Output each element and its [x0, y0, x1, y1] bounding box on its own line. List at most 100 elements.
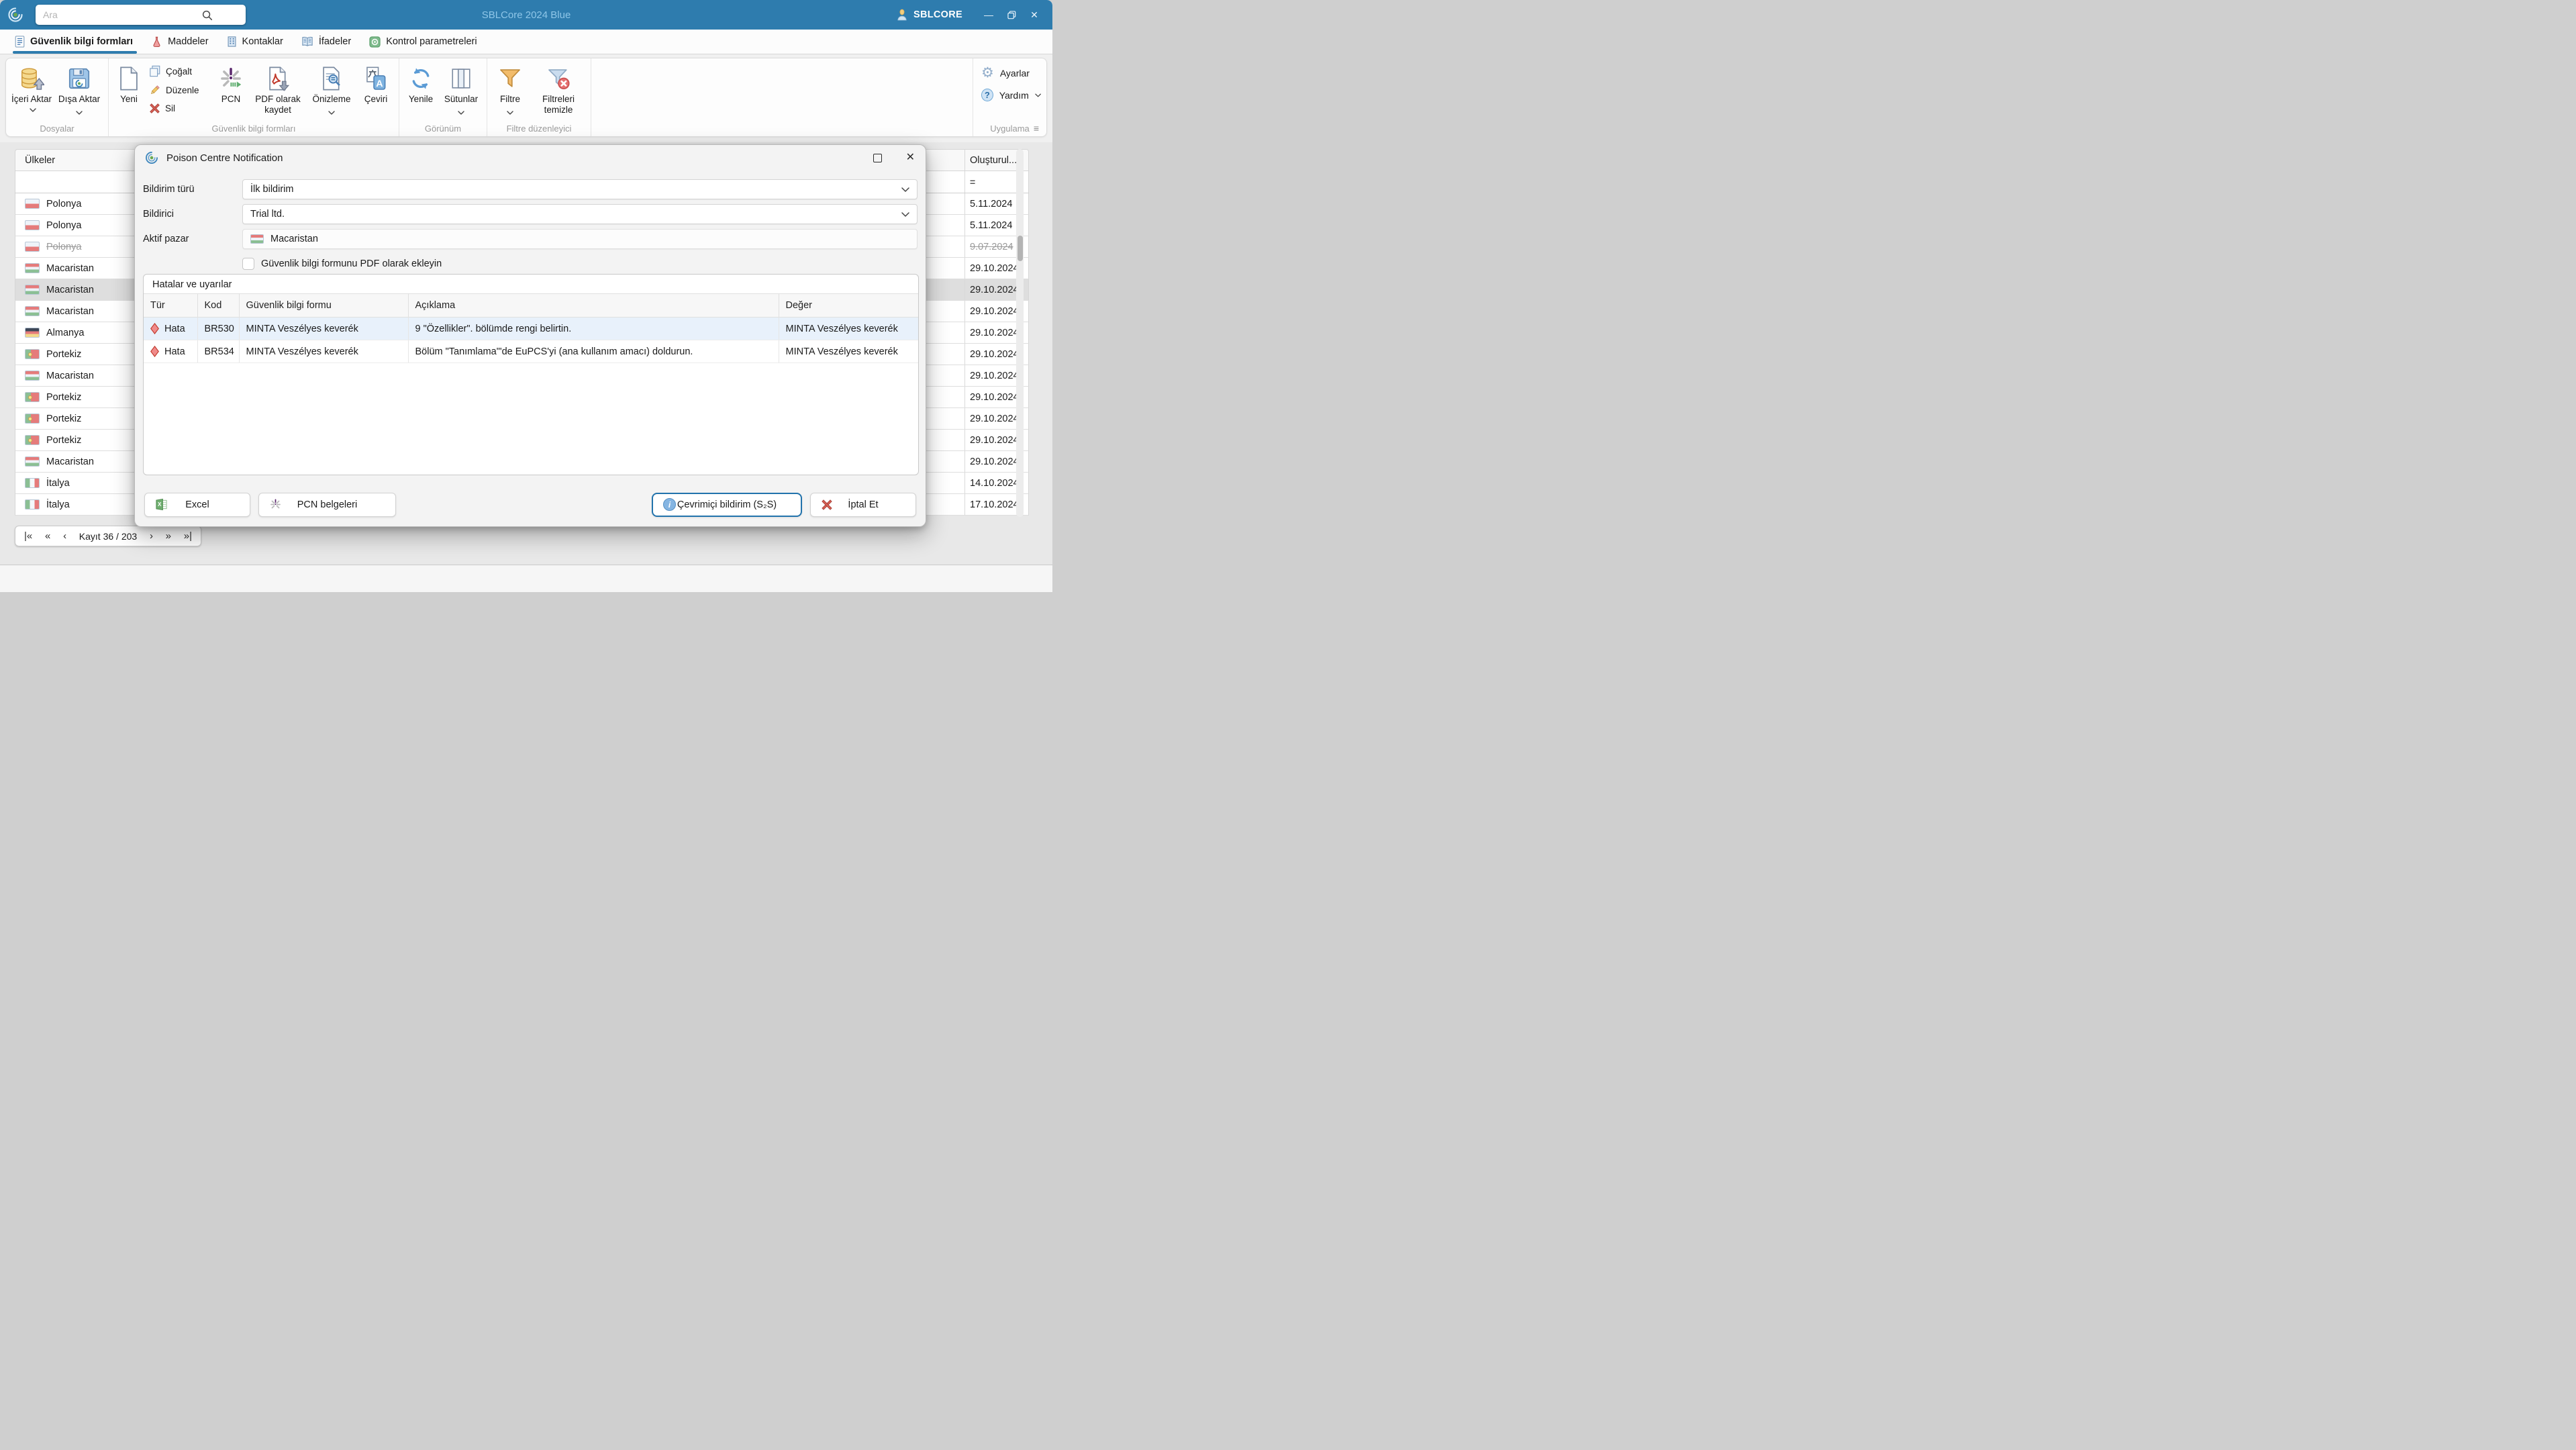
column-header-type[interactable]: Tür: [144, 293, 198, 318]
info-icon: i: [663, 498, 676, 511]
red-x-icon: [821, 499, 833, 511]
flag-icon-italy: [25, 478, 40, 488]
settings-button[interactable]: ⚙ Ayarlar: [981, 66, 1041, 80]
filter-button[interactable]: Filtre: [491, 61, 529, 122]
close-icon: ✕: [1030, 9, 1038, 20]
translate-button[interactable]: A Çeviri: [357, 61, 395, 122]
delete-button[interactable]: Sil: [149, 103, 209, 114]
flag-icon-italy: [25, 499, 40, 510]
pcn-button[interactable]: PCN: [213, 61, 248, 122]
ribbon-group-application: ⚙ Ayarlar ? Yardım Uygulama ≡: [973, 58, 1046, 136]
excel-button[interactable]: X Excel: [144, 492, 250, 517]
titlebar: SBLCore 2024 Blue SBLCORE — ✕: [0, 0, 1052, 30]
next-page-button[interactable]: ›: [150, 530, 153, 542]
columns-button[interactable]: Sütunlar: [440, 61, 483, 122]
flag-icon-hungary: [250, 234, 264, 244]
refresh-icon: [409, 63, 433, 94]
column-header-value[interactable]: Değer: [779, 293, 918, 318]
fast-next-button[interactable]: »: [166, 530, 171, 542]
flag-icon-hungary: [25, 456, 40, 467]
restore-button[interactable]: [1000, 5, 1023, 25]
new-button[interactable]: Yeni: [113, 61, 145, 122]
pcn-documents-button[interactable]: PCN belgeleri: [258, 492, 396, 517]
help-icon: ?: [981, 89, 993, 101]
column-header-description[interactable]: Açıklama: [408, 293, 779, 318]
prev-page-button[interactable]: ‹: [63, 530, 66, 542]
fast-prev-button[interactable]: «: [45, 530, 50, 542]
attach-pdf-label: Güvenlik bilgi formunu PDF olarak ekleyi…: [261, 258, 442, 269]
edit-button[interactable]: Düzenle: [149, 84, 209, 96]
tab-phrases[interactable]: İfadeler: [301, 30, 351, 54]
errors-groupbox: Hatalar ve uyarılar Tür Kod Güvenlik bil…: [143, 274, 919, 475]
tab-label: Kontaklar: [242, 36, 283, 47]
error-row-selected[interactable]: Hata BR530 MINTA Veszélyes keverék 9 "Öz…: [144, 317, 918, 340]
tab-contacts[interactable]: Kontaklar: [227, 30, 283, 54]
dialog-titlebar: Poison Centre Notification ✕: [135, 145, 926, 171]
online-notification-button[interactable]: i Çevrimiçi bildirim (S₂S): [652, 492, 802, 517]
columns-icon: [450, 63, 473, 94]
ribbon-options-icon[interactable]: ≡: [1034, 122, 1039, 135]
vertical-scrollbar[interactable]: [1016, 149, 1024, 517]
tab-safety-data-sheets[interactable]: Güvenlik bilgi formları: [13, 30, 138, 54]
ribbon-toolbar: İçeri Aktar Dışa Aktar Dosyalar Yeni Çoğ…: [0, 54, 1052, 142]
notification-type-select[interactable]: İlk bildirim: [242, 179, 918, 199]
chevron-down-icon: [458, 111, 464, 115]
ribbon-group-label-files: Dosyalar: [40, 124, 75, 134]
import-button[interactable]: İçeri Aktar: [10, 61, 53, 122]
dialog-maximize-button[interactable]: [873, 153, 882, 162]
tab-label: Kontrol parametreleri: [386, 36, 477, 47]
preview-icon: [319, 63, 344, 94]
chevron-down-icon: [901, 187, 909, 192]
save-pdf-button[interactable]: PDF olarak kaydet: [250, 61, 306, 122]
first-page-button[interactable]: |«: [24, 530, 32, 542]
close-icon: ✕: [905, 152, 915, 163]
chevron-down-icon: [328, 111, 335, 115]
ribbon-group-label-filter: Filtre düzenleyici: [506, 124, 572, 134]
error-diamond-icon: [150, 323, 159, 334]
refresh-button[interactable]: Yenile: [403, 61, 438, 122]
cancel-button[interactable]: İptal Et: [810, 492, 916, 517]
pcn-icon: [218, 63, 244, 94]
pagination-bar: |« « ‹ Kayıt 36 / 203 › » »|: [15, 526, 201, 546]
help-button[interactable]: ? Yardım: [981, 89, 1041, 101]
duplicate-button[interactable]: Çoğalt: [149, 65, 209, 77]
tab-label: Maddeler: [168, 36, 209, 47]
translate-icon: A: [363, 63, 389, 94]
column-header-sds[interactable]: Güvenlik bilgi formu: [239, 293, 409, 318]
ribbon-group-view: Yenile Sütunlar Görünüm: [399, 58, 487, 136]
gear-icon: ⚙: [981, 64, 994, 81]
close-button[interactable]: ✕: [1023, 5, 1046, 25]
search-input[interactable]: [36, 5, 246, 25]
dialog-button-row: X Excel PCN belgeleri i Çevrimiçi bildir…: [144, 492, 916, 517]
export-button[interactable]: Dışa Aktar: [54, 61, 104, 122]
book-icon: [302, 36, 313, 46]
notification-type-row: Bildirim türü İlk bildirim: [143, 179, 918, 199]
scrollbar-thumb[interactable]: [1017, 236, 1023, 261]
notifier-select[interactable]: Trial ltd.: [242, 204, 918, 224]
clear-filters-button[interactable]: Filtreleri temizle: [530, 61, 587, 122]
funnel-icon: [498, 63, 522, 94]
maximize-icon: [873, 153, 882, 162]
tab-label: Güvenlik bilgi formları: [30, 36, 134, 47]
minimize-button[interactable]: —: [977, 5, 1000, 25]
tab-substances[interactable]: Maddeler: [151, 30, 209, 54]
record-counter: Kayıt 36 / 203: [79, 530, 138, 542]
account-button[interactable]: SBLCORE: [895, 8, 962, 21]
tab-control-parameters[interactable]: Kontrol parametreleri: [369, 30, 477, 54]
restore-icon: [1007, 10, 1015, 19]
ribbon-group-label-application: Uygulama ≡: [990, 122, 1039, 135]
attach-pdf-checkbox[interactable]: [242, 258, 254, 270]
active-market-field[interactable]: Macaristan: [242, 229, 918, 249]
flag-icon-portugal: [25, 435, 40, 445]
error-row[interactable]: Hata BR534 MINTA Veszélyes keverék Bölüm…: [144, 340, 918, 363]
sds-form-icon: [15, 36, 25, 48]
column-header-code[interactable]: Kod: [197, 293, 240, 318]
active-market-row: Aktif pazar Macaristan: [143, 229, 918, 249]
last-page-button[interactable]: »|: [184, 530, 192, 542]
flag-icon-hungary: [25, 263, 40, 273]
preview-button[interactable]: Önizleme: [307, 61, 356, 122]
equals-filter-icon[interactable]: =: [970, 177, 975, 187]
dialog-close-button[interactable]: ✕: [906, 152, 915, 164]
flag-icon-germany: [25, 328, 40, 338]
search-icon[interactable]: [201, 9, 213, 21]
